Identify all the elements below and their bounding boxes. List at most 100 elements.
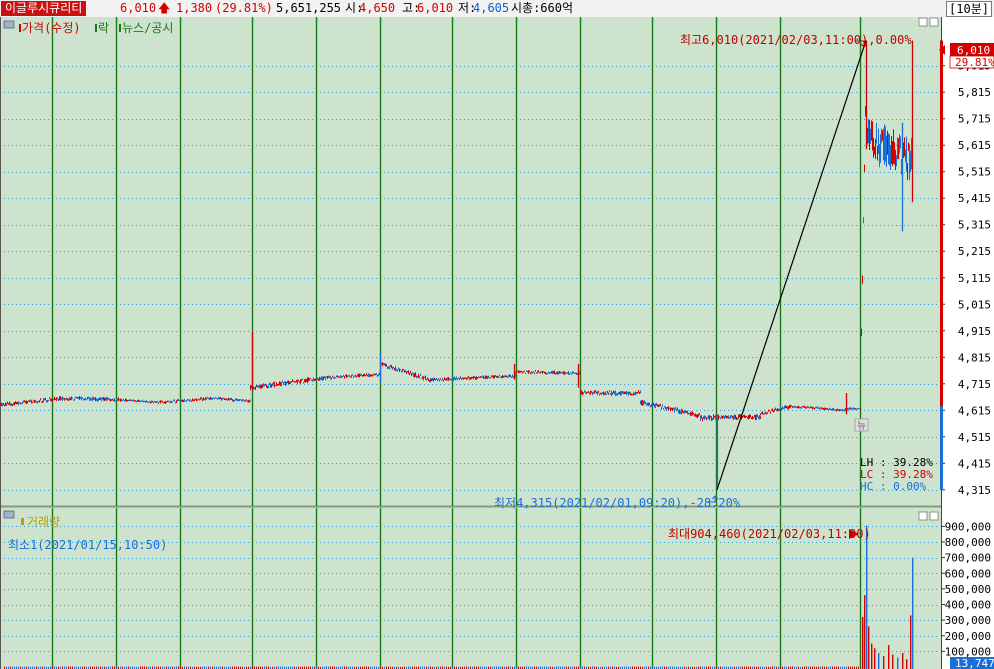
candle-body [164,402,165,404]
candle-body [401,371,402,373]
news-marker-icon[interactable]: 뉴 [857,420,866,432]
candle-body [119,399,120,401]
candle-body [667,407,668,409]
candle-body [882,132,883,138]
candle-body [528,371,529,374]
candle-body [707,417,708,419]
change-range-bar [940,406,943,490]
price-tick-label: 5,315 [958,219,991,232]
candle-body [742,416,743,418]
candle-body [858,408,859,410]
candle-body [871,125,872,132]
candle-body [604,393,605,395]
candle-body [34,400,35,403]
candle-body [548,371,549,373]
maximize-icon[interactable] [918,511,928,521]
candle-body [631,393,632,395]
candle-body [48,400,49,402]
candle-body [597,391,598,394]
candle-body [409,373,410,375]
stock-name[interactable]: 이글루시큐리티 [1,1,87,16]
candle-body [141,401,142,403]
candle-body [134,400,135,402]
candle-body [705,416,706,419]
close-icon[interactable] [929,511,939,521]
candle-body [140,400,141,402]
candle-body [262,384,263,387]
candle-body [585,392,586,394]
candle-body [852,408,853,410]
candle-body [428,379,429,381]
candle-body [582,392,583,395]
candle-body [241,400,242,402]
interval-selector[interactable]: [10분] [946,1,992,17]
candle-body [175,402,176,404]
candle-body [123,399,124,401]
candle-body [397,369,398,371]
candle-body [768,410,769,412]
candle-body [215,397,216,399]
candle-body [95,398,96,401]
candle-body [270,383,271,387]
candle-body [696,415,697,417]
candle-body [494,375,495,378]
price-change: 1,380 [176,1,213,15]
candle-body [273,383,274,385]
candle-body [900,142,901,148]
candle-body [710,415,711,417]
candle-body [490,377,491,379]
candle-body [603,392,604,395]
candle-body [718,416,719,420]
stock-chart[interactable]: 4,315 4,415 4,515 4,615 4,715 4,815 4,915 5,015… [0,17,994,669]
maximize-icon[interactable] [918,17,928,27]
candle-body [202,399,203,401]
candle-body [487,376,488,379]
candle-body [236,398,237,401]
volume-tick-label: 900,000 [945,520,991,533]
volume-panel-menu-icon[interactable] [3,510,15,519]
candle-body [0,404,1,406]
candle-body [747,416,748,418]
candle-body [129,400,130,402]
candle-body [63,398,64,400]
candle-body [906,147,907,166]
candle-body [323,377,324,380]
candle-body [238,399,239,401]
candle-body [415,373,416,376]
candle-body [333,377,334,379]
candle-body [370,374,371,377]
candle-body [436,378,437,380]
candle-body [404,370,405,372]
candle-body [351,375,352,378]
candle-body [683,412,684,414]
volume-bar [897,657,899,669]
candle-body [263,384,264,387]
candle-body [477,377,478,379]
candle-body [160,401,161,403]
candle-body [729,417,730,419]
price-panel-menu-icon[interactable] [3,20,15,29]
price-tick-label: 5,815 [958,86,991,99]
candle-body [247,400,248,402]
candle-body [654,404,655,407]
volume-bar [864,595,866,669]
candle-body [568,371,569,375]
candle-body [70,399,71,401]
candle-body [660,404,661,406]
candle-body [861,330,862,336]
candle-body [445,378,446,381]
candle-body [128,400,129,402]
candle-body [632,394,633,396]
candle-body [406,372,407,374]
candle-body [416,375,417,377]
close-icon[interactable] [929,17,939,27]
candle-body [695,413,696,417]
candle-body [566,372,567,374]
candle-body [863,219,864,223]
candle-body [71,397,72,399]
candle-body [234,400,235,402]
candle-body [150,402,151,404]
candle-body [221,398,222,400]
candle-body [36,401,37,403]
candle-body [567,372,568,374]
